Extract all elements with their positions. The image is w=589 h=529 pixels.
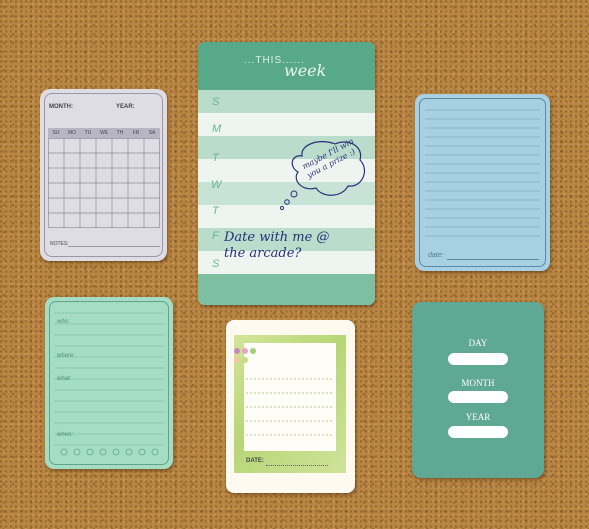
day-month-year-card: DAY MONTH YEAR xyxy=(412,302,544,478)
photo-list-card: DATE: xyxy=(226,320,355,493)
calendar-card: MONTH: YEAR: SU MO TU WE TH FR SA NOTES: xyxy=(40,89,167,261)
green-lined-card: who: where: what: when: xyxy=(45,297,173,469)
day-m: M xyxy=(212,123,222,135)
what-label: what: xyxy=(57,376,72,382)
color-dots xyxy=(234,348,256,363)
calendar-day-header: SU MO TU WE TH FR SA xyxy=(48,128,160,138)
day-f: F xyxy=(212,230,219,242)
month-label: MONTH: xyxy=(49,104,73,110)
day-t2: T xyxy=(212,205,219,217)
calendar-grid xyxy=(48,138,160,228)
month-label-card: MONTH xyxy=(461,378,495,388)
day-s1: S xyxy=(212,96,220,108)
where-label: where: xyxy=(57,353,76,359)
day-su: SU xyxy=(52,130,60,136)
month-field[interactable] xyxy=(448,391,508,403)
week-label: week xyxy=(284,61,327,80)
day-s2: S xyxy=(212,258,220,270)
who-label: who: xyxy=(57,319,70,325)
day-th: TH xyxy=(116,130,124,136)
day-label: DAY xyxy=(468,338,488,348)
day-mo: MO xyxy=(67,130,77,136)
blue-date-label: date: xyxy=(428,252,444,259)
arcade-note: Date with me @ the arcade? xyxy=(224,230,330,261)
day-fr: FR xyxy=(132,130,140,136)
this-week-card: ...THIS...... week S M T W T F S maybe I… xyxy=(198,42,375,305)
year-label-card: YEAR xyxy=(465,412,491,422)
weather-icons xyxy=(60,448,159,456)
day-sa: SA xyxy=(148,130,156,136)
day-t1: T xyxy=(212,152,219,164)
year-label: YEAR: xyxy=(116,104,135,110)
when-label: when: xyxy=(57,432,74,438)
year-field[interactable] xyxy=(448,426,508,438)
day-w: W xyxy=(211,179,222,191)
day-tu: TU xyxy=(84,130,92,136)
day-field[interactable] xyxy=(448,353,508,365)
dotted-lines xyxy=(246,378,332,436)
day-we: WE xyxy=(99,130,109,136)
notes-label: NOTES: xyxy=(50,241,69,247)
photo-date-label: DATE: xyxy=(246,458,264,464)
blue-lines xyxy=(425,109,540,237)
blue-lined-card: date: xyxy=(415,94,550,271)
